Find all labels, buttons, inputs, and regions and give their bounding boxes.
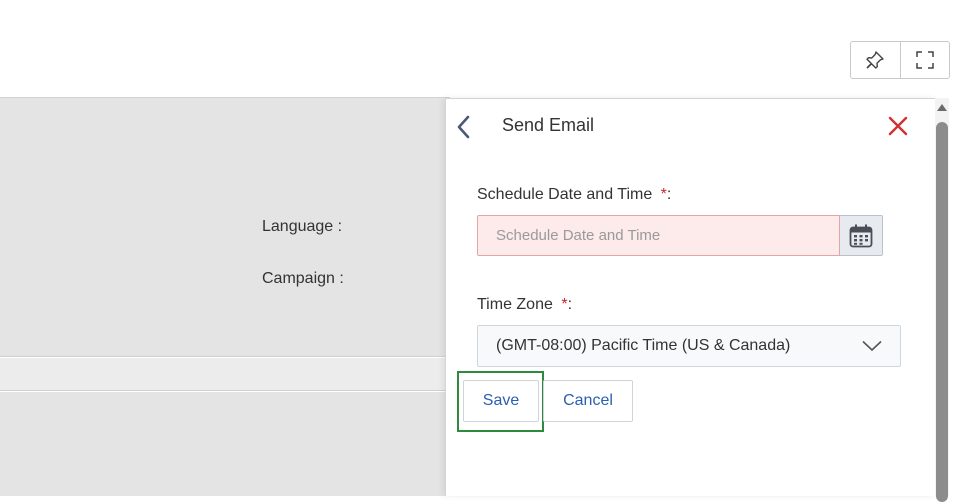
schedule-label-text: Schedule Date and Time — [477, 186, 653, 203]
pin-button[interactable] — [851, 42, 900, 78]
calendar-button[interactable] — [840, 215, 883, 256]
background-lower-section — [0, 392, 450, 496]
campaign-label: Campaign : — [262, 270, 344, 287]
background-divider-strip — [0, 358, 450, 391]
language-label: Language : — [262, 218, 343, 235]
label-colon: : — [567, 296, 573, 313]
expand-button[interactable] — [899, 42, 950, 78]
chevron-down-icon — [862, 340, 882, 352]
vertical-scrollbar[interactable] — [935, 98, 949, 502]
schedule-label: Schedule Date and Time *: — [477, 186, 671, 204]
timezone-label: Time Zone *: — [477, 296, 572, 314]
view-toolbar — [850, 41, 950, 79]
close-icon — [888, 116, 908, 136]
scrollbar-thumb[interactable] — [936, 122, 948, 502]
schedule-datetime-input[interactable] — [477, 215, 840, 256]
scroll-up-arrow[interactable] — [937, 104, 947, 111]
close-button[interactable] — [887, 115, 909, 142]
label-colon: : — [666, 186, 672, 203]
timezone-label-text: Time Zone — [477, 296, 553, 313]
panel-title: Send Email — [502, 115, 595, 135]
cancel-button[interactable]: Cancel — [543, 380, 633, 422]
chevron-left-icon — [457, 115, 470, 139]
calendar-icon — [849, 224, 873, 247]
background-form: Language : Campaign : — [0, 97, 450, 357]
expand-icon — [916, 51, 934, 69]
timezone-selected-value: (GMT-08:00) Pacific Time (US & Canada) — [496, 337, 791, 354]
pin-icon — [866, 51, 884, 69]
timezone-select[interactable]: (GMT-08:00) Pacific Time (US & Canada) — [477, 325, 901, 367]
back-button[interactable] — [456, 115, 472, 144]
save-button[interactable]: Save — [463, 380, 539, 422]
send-email-panel: Send Email Schedule Date and Time *: Tim… — [445, 98, 936, 496]
